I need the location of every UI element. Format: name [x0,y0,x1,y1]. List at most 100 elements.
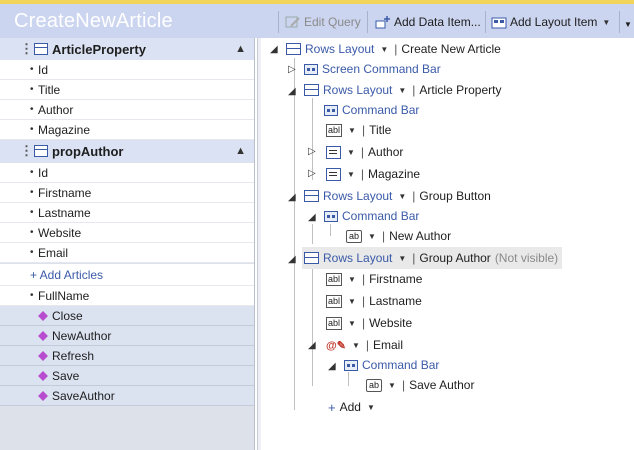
add-data-item-button[interactable]: Add Data Item... [375,11,481,33]
drag-grip-icon[interactable]: ⋮ [20,143,33,159]
field-item[interactable]: • Firstname [0,183,254,203]
method-icon [38,330,48,341]
chevron-down-icon[interactable]: ▼ [380,45,388,54]
divider: | [381,229,386,243]
add-data-item-label: Add Data Item... [394,15,481,29]
layout-name: Create New Article [401,42,501,56]
toolbar-separator [367,11,368,33]
command-item[interactable]: SaveAuthor [0,386,254,406]
screen-command-bar[interactable]: Screen Command Bar [304,59,441,79]
add-layout-item-button[interactable]: Add Layout Item ▼ [491,11,612,33]
toolbar-overflow-icon[interactable]: ▼ [624,20,632,29]
divider: | [361,123,366,137]
collapse-icon[interactable]: ◢ [328,361,336,372]
chevron-down-icon[interactable]: ▼ [398,254,406,263]
collapse-icon[interactable]: ▲ [235,43,246,55]
field-item[interactable]: • Id [0,60,254,80]
chevron-down-icon[interactable]: ▼ [347,170,355,179]
chevron-down-icon[interactable]: ▼ [348,319,356,328]
lastname-text-box[interactable]: abl ▼ | Lastname [326,291,422,311]
expand-icon[interactable]: ▷ [308,168,316,179]
divider: | [394,42,398,56]
divider: | [361,316,366,330]
panel-splitter[interactable] [257,38,261,450]
field-item[interactable]: • Lastname [0,203,254,223]
field-item[interactable]: • Id [0,163,254,183]
field-label: Email [38,245,69,260]
collapse-icon[interactable]: ◢ [270,44,278,55]
field-item[interactable]: • Website [0,223,254,243]
node-label: Title [369,123,392,137]
root-rows-layout[interactable]: Rows Layout ▼ | Create New Article [286,39,501,59]
group-author-rows-layout[interactable]: Rows Layout ▼ | Group Author (Not visibl… [302,247,563,269]
add-item-button[interactable]: + Add ▼ [328,397,377,417]
group-button-rows-layout[interactable]: Rows Layout ▼ | Group Button [304,186,491,206]
collapse-icon[interactable]: ◢ [308,340,316,351]
command-bar-node[interactable]: Command Bar [324,206,419,226]
command-bar-node[interactable]: Command Bar [324,100,419,120]
article-property-rows-layout[interactable]: Rows Layout ▼ | Article Property [304,80,501,100]
tree-line [294,58,295,410]
edit-query-button[interactable]: Edit Query [285,11,361,33]
command-item[interactable]: NewAuthor [0,326,254,346]
command-item[interactable]: Save [0,366,254,386]
chevron-down-icon[interactable]: ▼ [352,341,360,350]
field-item[interactable]: • FullName [0,286,254,306]
collapse-icon[interactable]: ◢ [288,254,296,265]
article-property-header[interactable]: ⋮ ArticleProperty ▲ [0,38,254,60]
chevron-down-icon[interactable]: ▼ [348,297,356,306]
content-tree: ◢ Rows Layout ▼ | Create New Article ▷ S… [262,38,634,450]
command-item[interactable]: Close [0,306,254,326]
layout-name: Article Property [419,83,502,97]
command-bar-icon [324,104,338,116]
layout-name: Group Button [419,189,491,203]
field-item[interactable]: • Email [0,243,254,263]
layout-type-label: Rows Layout [323,251,393,265]
collapse-icon[interactable]: ▲ [235,145,246,157]
field-label: Id [38,62,49,77]
save-author-button-node[interactable]: ab ▼ | Save Author [366,375,474,395]
title-text-box[interactable]: abl ▼ | Title [326,120,391,140]
chevron-down-icon[interactable]: ▼ [367,403,375,412]
author-picker[interactable]: ▼ | Author [326,142,403,162]
website-text-box[interactable]: abl ▼ | Website [326,313,412,333]
field-item[interactable]: • Magazine [0,120,254,140]
field-item[interactable]: • Author [0,100,254,120]
collapse-icon[interactable]: ◢ [288,192,296,203]
node-label: Website [369,316,413,330]
node-label: Command Bar [342,209,420,223]
command-label: NewAuthor [52,328,112,343]
method-icon [38,370,48,381]
expand-icon[interactable]: ▷ [288,64,296,75]
field-label: Magazine [38,122,91,137]
node-label: Email [373,338,404,352]
field-label: Firstname [38,185,92,200]
magazine-picker[interactable]: ▼ | Magazine [326,164,420,184]
add-articles-link[interactable]: + Add Articles [0,264,254,286]
chevron-down-icon[interactable]: ▼ [347,148,355,157]
new-author-button-node[interactable]: ab ▼ | New Author [346,226,451,246]
chevron-down-icon[interactable]: ▼ [398,192,406,201]
expand-icon[interactable]: ▷ [308,146,316,157]
chevron-down-icon[interactable]: ▼ [348,275,356,284]
edit-query-icon [285,15,301,29]
email-icon: @✎ [326,339,346,352]
field-item[interactable]: • Title [0,80,254,100]
node-label: Magazine [368,167,421,181]
collapse-icon[interactable]: ◢ [288,86,296,97]
command-label: Close [52,308,83,323]
command-bar-node[interactable]: Command Bar [344,355,439,375]
node-label: Save Author [409,378,475,392]
drag-grip-icon[interactable]: ⋮ [20,41,33,57]
email-editor[interactable]: @✎ ▼ | Email [326,335,403,355]
command-item[interactable]: Refresh [0,346,254,366]
edit-query-label: Edit Query [304,15,361,29]
chevron-down-icon[interactable]: ▼ [388,381,396,390]
chevron-down-icon[interactable]: ▼ [368,232,376,241]
chevron-down-icon[interactable]: ▼ [398,86,406,95]
toolbar-separator [619,11,620,33]
collapse-icon[interactable]: ◢ [308,212,316,223]
firstname-text-box[interactable]: abl ▼ | Firstname [326,269,422,289]
prop-author-header[interactable]: ⋮ propAuthor ▲ [0,140,254,162]
chevron-down-icon[interactable]: ▼ [348,126,356,135]
